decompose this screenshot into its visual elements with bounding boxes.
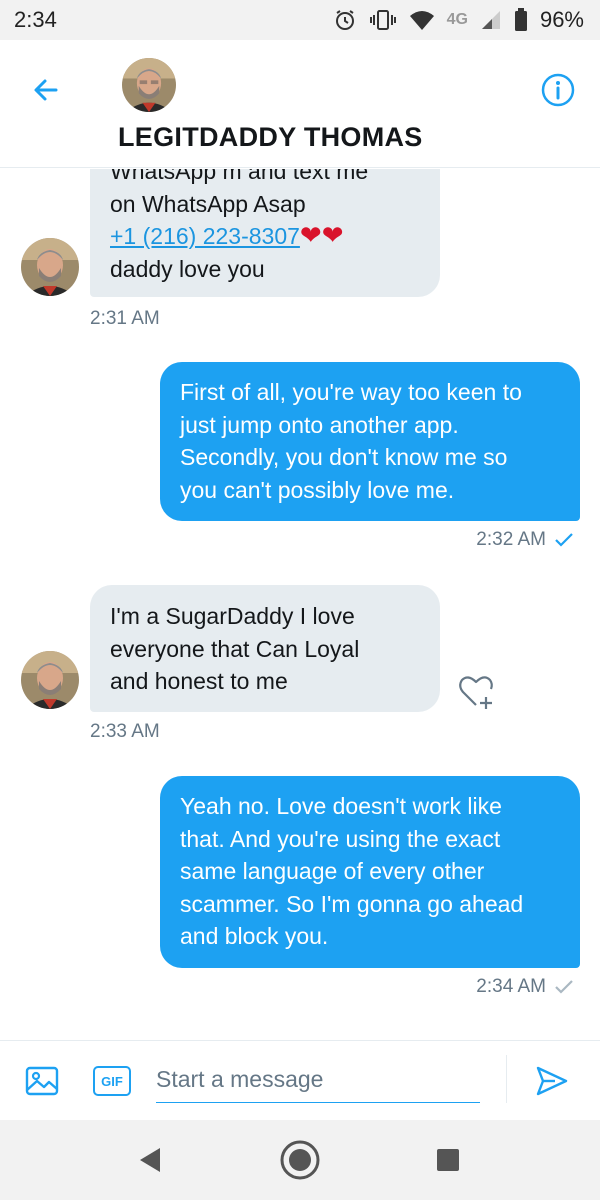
message-timestamp: 2:33 AM [90, 721, 160, 742]
message-text: that. And you're using the exact [180, 825, 501, 852]
gif-icon: GIF [93, 1066, 131, 1096]
message-text: scammer. So I'm gonna go ahead [180, 890, 524, 917]
status-icons: 4G 96% [333, 7, 584, 33]
network-type-icon: 4G [446, 11, 468, 28]
sender-avatar[interactable] [21, 238, 79, 296]
back-button[interactable] [26, 70, 66, 110]
divider [506, 1055, 507, 1103]
message-bubble-incoming[interactable]: WhatsApp m and text me on WhatsApp Asap … [90, 169, 440, 297]
nav-home-button[interactable] [278, 1138, 322, 1182]
nav-recents-button[interactable] [426, 1138, 470, 1182]
triangle-back-icon [140, 1148, 160, 1172]
message-timestamp: 2:34 AM [476, 976, 546, 997]
add-photo-button[interactable] [20, 1059, 64, 1103]
message-text: WhatsApp m and text me [110, 169, 369, 184]
like-message-button[interactable] [454, 669, 498, 713]
message-timestamp: 2:31 AM [90, 308, 160, 329]
vibrate-icon [369, 8, 397, 32]
send-icon [536, 1066, 568, 1096]
read-check-icon [555, 533, 573, 547]
status-bar: 2:34 4G 96% [0, 0, 600, 40]
message-meta: 2:34 AM [476, 976, 574, 998]
message-bubble-outgoing[interactable]: First of all, you're way too keen to jus… [160, 362, 580, 521]
phone-link[interactable]: +1 (216) 223-8307 [110, 223, 300, 249]
message-text: everyone that Can Loyal [110, 635, 360, 662]
battery-icon [514, 8, 528, 32]
contact-avatar[interactable] [122, 58, 176, 112]
battery-level: 96% [539, 7, 584, 32]
message-input[interactable] [156, 1057, 480, 1103]
send-button[interactable] [530, 1059, 574, 1103]
gif-label: GIF [101, 1073, 123, 1089]
info-button[interactable] [538, 70, 578, 110]
message-bubble-incoming[interactable]: I'm a SugarDaddy I love everyone that Ca… [90, 585, 440, 712]
contact-name: LEGITDADDY THOMAS [118, 122, 423, 152]
message-timestamp: 2:32 AM [476, 529, 546, 550]
alarm-icon [333, 8, 357, 32]
message-text: and block you. [180, 923, 329, 949]
heart-plus-icon [459, 676, 493, 709]
message-text: Yeah no. Love doesn't work like [180, 793, 502, 819]
conversation-header: LEGITDADDY THOMAS [0, 40, 600, 168]
message-meta: 2:32 AM [476, 529, 574, 551]
home-circle-icon [280, 1140, 320, 1180]
wifi-icon [409, 9, 435, 31]
system-navigation-bar [0, 1120, 600, 1200]
message-text: First of all, you're way too keen to [180, 379, 522, 405]
message-text: I'm a SugarDaddy I love [110, 603, 355, 629]
image-icon [25, 1066, 59, 1096]
sent-check-icon [555, 980, 573, 994]
message-composer: GIF [0, 1040, 600, 1120]
nav-back-button[interactable] [128, 1138, 172, 1182]
message-text: same language of every other [180, 858, 485, 884]
message-list[interactable]: WhatsApp m and text me on WhatsApp Asap … [0, 169, 600, 1039]
message-text: daddy love you [110, 255, 265, 282]
message-line: +1 (216) 223-8307❤❤ [110, 220, 420, 253]
message-text: on WhatsApp Asap [110, 190, 306, 217]
gif-button[interactable]: GIF [90, 1063, 134, 1099]
square-recents-icon [437, 1149, 459, 1171]
message-text: and honest to me [110, 668, 288, 694]
message-text: you can't possibly love me. [180, 476, 455, 503]
info-icon [541, 73, 575, 107]
signal-icon [480, 9, 502, 31]
arrow-left-icon [34, 79, 58, 101]
sender-avatar[interactable] [21, 651, 79, 709]
status-time: 2:34 [14, 7, 57, 32]
message-text: Secondly, you don't know me so [180, 444, 508, 470]
heart-emoji: ❤❤ [299, 220, 344, 250]
message-bubble-outgoing[interactable]: Yeah no. Love doesn't work like that. An… [160, 776, 580, 968]
message-text: just jump onto another app. [180, 411, 459, 438]
